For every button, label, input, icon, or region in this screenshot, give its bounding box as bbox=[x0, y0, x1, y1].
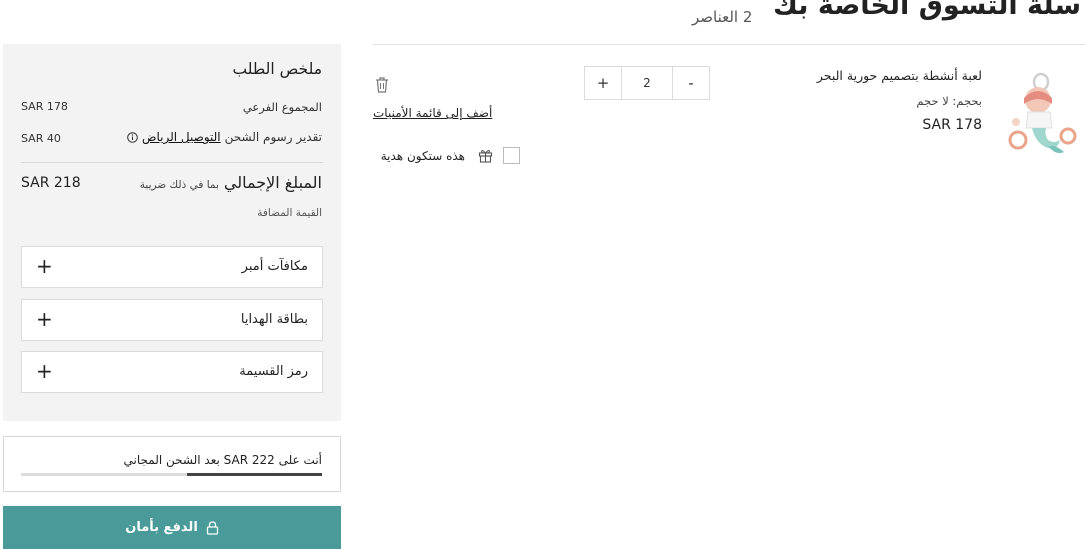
accordion-label: رمز القسيمة bbox=[239, 364, 308, 379]
shipping-estimate-label: تقدير رسوم الشحن bbox=[224, 130, 322, 144]
free-shipping-text: أنت على SAR 222 بعد الشحن المجاني bbox=[123, 453, 322, 467]
subtotal-label: المجموع الفرعي bbox=[242, 100, 322, 114]
product-size: بحجم: لا حجم bbox=[916, 94, 982, 108]
shipping-value: SAR 40 bbox=[21, 132, 61, 145]
subtotal-value: SAR 178 bbox=[21, 100, 68, 113]
size-label: بحجم: bbox=[952, 94, 982, 108]
free-shipping-progress-fill bbox=[186, 473, 322, 476]
gift-icon bbox=[478, 150, 493, 163]
header-divider bbox=[373, 44, 1085, 45]
accordion-amber-rewards[interactable]: + مكافآت أمبر bbox=[21, 246, 323, 288]
expand-plus-icon[interactable]: + bbox=[36, 359, 53, 383]
decrement-button[interactable]: - bbox=[673, 67, 709, 99]
total-vat-note-line2: القيمة المضافة bbox=[257, 207, 322, 219]
info-icon[interactable] bbox=[127, 131, 138, 143]
secure-checkout-button[interactable]: الدفع بأمان bbox=[3, 506, 341, 549]
size-value: لا حجم bbox=[916, 94, 949, 108]
accordion-label: بطاقة الهدايا bbox=[240, 312, 308, 327]
quantity-value[interactable]: 2 bbox=[621, 67, 673, 99]
lock-icon bbox=[206, 520, 218, 535]
shipping-estimate-row: تقدير رسوم الشحن التوصيل الرياض bbox=[127, 130, 322, 144]
expand-plus-icon[interactable]: + bbox=[36, 307, 53, 331]
items-count: 2 العناصر bbox=[692, 8, 753, 26]
shipping-location-link[interactable]: التوصيل الرياض bbox=[142, 130, 221, 144]
add-to-wishlist-link[interactable]: أضف إلى قائمة الأمنيات bbox=[373, 106, 492, 120]
page-title: سلة التسوق الخاصة بك bbox=[773, 0, 1081, 21]
free-shipping-progress bbox=[21, 473, 322, 476]
order-summary-title: ملخص الطلب bbox=[232, 60, 322, 78]
product-price: SAR 178 bbox=[922, 117, 982, 133]
total-label: المبلغ الإجمالي بما في ذلك ضريبة bbox=[140, 173, 322, 192]
trash-icon[interactable] bbox=[374, 76, 390, 93]
total-label-text: المبلغ الإجمالي bbox=[223, 173, 322, 192]
gift-checkbox[interactable] bbox=[503, 147, 520, 164]
summary-divider bbox=[21, 162, 323, 163]
gift-label: هذه ستكون هدية bbox=[380, 149, 465, 163]
total-vat-note: بما في ذلك ضريبة bbox=[139, 179, 219, 191]
product-name[interactable]: لعبة أنشطة بتصميم حورية البحر bbox=[817, 68, 982, 83]
quantity-stepper: + 2 - bbox=[584, 66, 710, 100]
total-value: SAR 218 bbox=[21, 175, 81, 191]
accordion-coupon-code[interactable]: + رمز القسيمة bbox=[21, 351, 323, 393]
increment-button[interactable]: + bbox=[585, 67, 621, 99]
pay-button-label: الدفع بأمان bbox=[125, 520, 198, 535]
accordion-gift-card[interactable]: + بطاقة الهدايا bbox=[21, 299, 323, 341]
product-image[interactable] bbox=[1002, 70, 1080, 162]
accordion-label: مكافآت أمبر bbox=[241, 259, 308, 274]
expand-plus-icon[interactable]: + bbox=[36, 254, 53, 278]
